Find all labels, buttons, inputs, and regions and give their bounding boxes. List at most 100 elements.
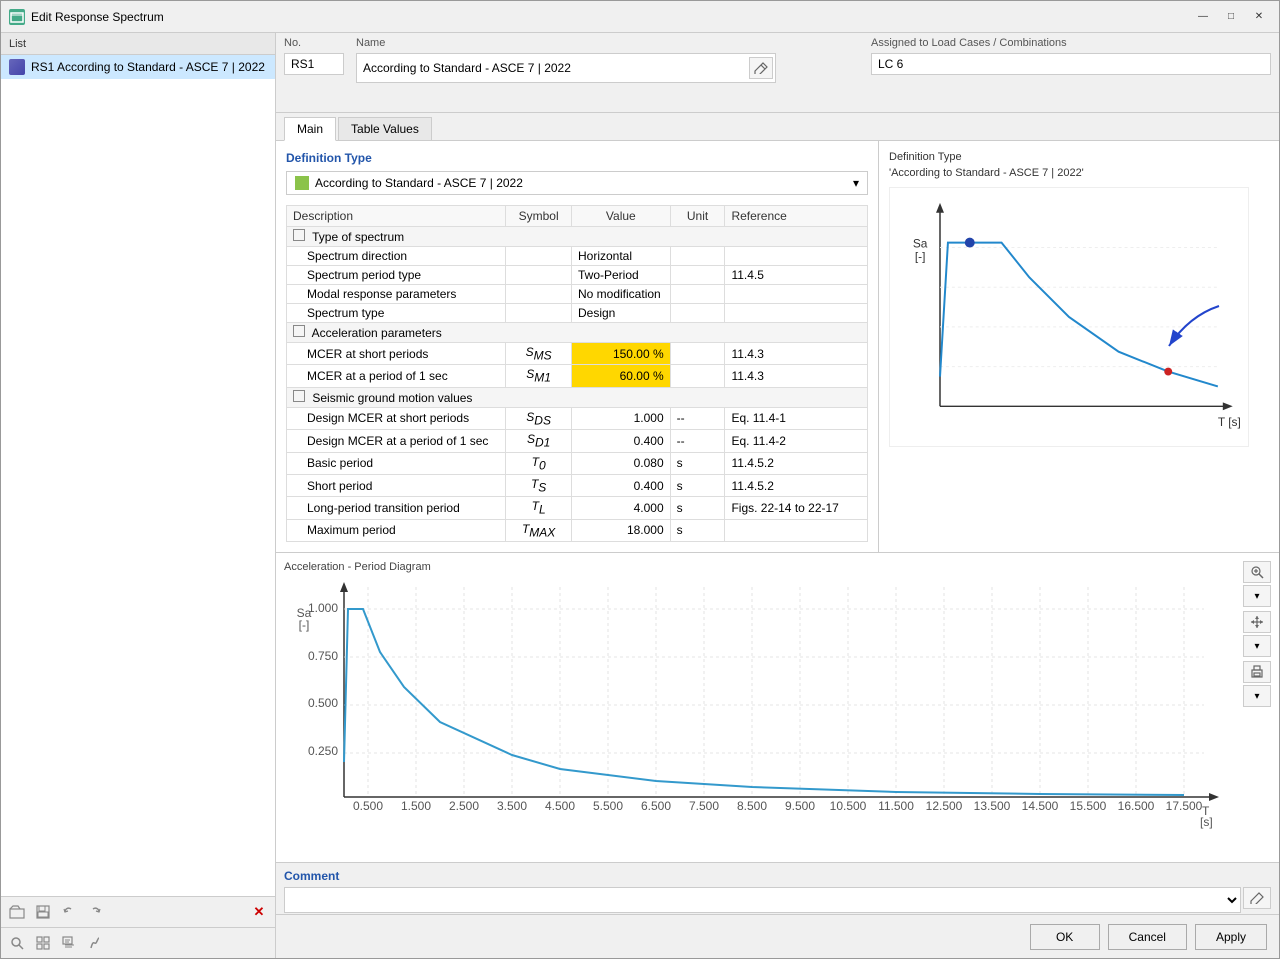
row-spectrum-type-val: Design — [572, 304, 671, 323]
row-mcer-short-unit — [670, 343, 725, 365]
row-design-mcer-1sec: Design MCER at a period of 1 sec — [287, 430, 506, 452]
list-header: List — [1, 33, 275, 55]
svg-text:14.500: 14.500 — [1022, 799, 1059, 813]
svg-text:15.500: 15.500 — [1070, 799, 1107, 813]
row-design-mcer-short-sym: SDS — [506, 407, 572, 429]
row-period-type-unit — [670, 266, 725, 285]
main-layout: List RS1 According to Standard - ASCE 7 … — [1, 33, 1279, 958]
group-label-seismic: Seismic ground motion values — [312, 391, 472, 405]
chart-def-type-line2: 'According to Standard - ASCE 7 | 2022' — [889, 167, 1269, 179]
def-type-color — [295, 176, 309, 190]
left-panel-toolbar2 — [1, 927, 275, 958]
row-basic-period: Basic period — [287, 452, 506, 474]
redo-button[interactable] — [83, 901, 107, 923]
svg-text:2.500: 2.500 — [449, 799, 479, 813]
save-button[interactable] — [31, 901, 55, 923]
col-description: Description — [287, 206, 506, 227]
zoom-dropdown-button[interactable]: ▾ — [1243, 585, 1271, 607]
row-short-period-sym: TS — [506, 474, 572, 496]
assigned-label: Assigned to Load Cases / Combinations — [871, 37, 1271, 49]
title-bar: Edit Response Spectrum — □ ✕ — [1, 1, 1279, 33]
delete-button[interactable]: ✕ — [247, 901, 271, 923]
tag-button[interactable] — [57, 932, 81, 954]
row-mcer-1sec-sym: SM1 — [506, 365, 572, 387]
svg-text:7.500: 7.500 — [689, 799, 719, 813]
comment-label: Comment — [284, 869, 1271, 883]
close-button[interactable]: ✕ — [1247, 7, 1271, 27]
tab-main[interactable]: Main — [284, 117, 336, 141]
table-row: MCER at short periods SMS 150.00 % 11.4.… — [287, 343, 868, 365]
group-checkbox-accel[interactable] — [293, 325, 305, 337]
grid-button[interactable] — [31, 932, 55, 954]
no-value: RS1 — [284, 53, 344, 75]
edit-name-button[interactable] — [749, 57, 773, 79]
col-value: Value — [572, 206, 671, 227]
folder-open-button[interactable] — [5, 901, 29, 923]
col-unit: Unit — [670, 206, 725, 227]
maximize-button[interactable]: □ — [1219, 7, 1243, 27]
zoom-button[interactable] — [1243, 561, 1271, 583]
row-mcer-short-val[interactable]: 150.00 % — [572, 343, 671, 365]
row-spectrum-direction: Spectrum direction — [287, 247, 506, 266]
svg-text:6.500: 6.500 — [641, 799, 671, 813]
undo-button[interactable] — [57, 901, 81, 923]
pan-dropdown-button[interactable]: ▾ — [1243, 635, 1271, 657]
diagram-tools: ▾ ▾ ▾ — [1243, 561, 1271, 707]
row-modal-resp: Modal response parameters — [287, 285, 506, 304]
row-modal-resp-val: No modification — [572, 285, 671, 304]
minimize-button[interactable]: — — [1191, 7, 1215, 27]
def-type-dropdown[interactable]: According to Standard - ASCE 7 | 2022 ▾ — [286, 171, 868, 195]
arrow-indicator — [1159, 296, 1239, 356]
name-label: Name — [356, 37, 776, 49]
comment-edit-button[interactable] — [1243, 887, 1271, 909]
table-row: Maximum period TMAX 18.000 s — [287, 519, 868, 541]
group-checkbox-seismic[interactable] — [293, 390, 305, 402]
row-basic-period-sym: T0 — [506, 452, 572, 474]
row-short-period-val: 0.400 — [572, 474, 671, 496]
cancel-button[interactable]: Cancel — [1108, 924, 1187, 950]
dropdown-arrow-icon: ▾ — [853, 176, 859, 190]
print-button[interactable] — [1243, 661, 1271, 683]
row-short-period: Short period — [287, 474, 506, 496]
row-long-period-val: 4.000 — [572, 497, 671, 519]
table-row: Short period TS 0.400 s 11.4.5.2 — [287, 474, 868, 496]
apply-button[interactable]: Apply — [1195, 924, 1267, 950]
row-spectrum-type-sym — [506, 304, 572, 323]
row-design-mcer-short: Design MCER at short periods — [287, 407, 506, 429]
function-button[interactable] — [83, 932, 107, 954]
row-max-period-sym: TMAX — [506, 519, 572, 541]
row-long-period-unit: s — [670, 497, 725, 519]
group-label-type: Type of spectrum — [312, 230, 404, 244]
upper-content: Definition Type According to Standard - … — [276, 141, 1279, 552]
row-design-mcer-short-val: 1.000 — [572, 407, 671, 429]
row-long-period: Long-period transition period — [287, 497, 506, 519]
svg-text:12.500: 12.500 — [926, 799, 963, 813]
info-bar: No. RS1 Name According to Standard - ASC… — [276, 33, 1279, 113]
def-type-title: Definition Type — [286, 151, 868, 165]
svg-text:T [s]: T [s] — [1218, 415, 1241, 429]
row-mcer-1sec: MCER at a period of 1 sec — [287, 365, 506, 387]
table-row: Design MCER at a period of 1 sec SD1 0.4… — [287, 430, 868, 452]
title-bar-controls: — □ ✕ — [1191, 7, 1271, 27]
svg-text:10.500: 10.500 — [830, 799, 867, 813]
list-item[interactable]: RS1 According to Standard - ASCE 7 | 202… — [1, 55, 275, 79]
comment-dropdown[interactable] — [284, 887, 1241, 913]
left-panel: List RS1 According to Standard - ASCE 7 … — [1, 33, 276, 958]
print-dropdown-button[interactable]: ▾ — [1243, 685, 1271, 707]
tab-table-values[interactable]: Table Values — [338, 117, 432, 140]
ok-button[interactable]: OK — [1030, 924, 1100, 950]
name-block: Name According to Standard - ASCE 7 | 20… — [356, 37, 776, 83]
title-bar-left: Edit Response Spectrum — [9, 9, 164, 25]
search-button[interactable] — [5, 932, 29, 954]
row-spectrum-type: Spectrum type — [287, 304, 506, 323]
row-period-type-sym — [506, 266, 572, 285]
svg-text:13.500: 13.500 — [974, 799, 1011, 813]
right-chart-area: Definition Type 'According to Standard -… — [879, 141, 1279, 552]
pan-button[interactable] — [1243, 611, 1271, 633]
chart-def-type-line1: Definition Type — [889, 151, 1269, 163]
list-area: RS1 According to Standard - ASCE 7 | 202… — [1, 55, 275, 896]
group-checkbox-type[interactable] — [293, 229, 305, 241]
svg-text:[-]: [-] — [915, 249, 926, 263]
row-mcer-1sec-val[interactable]: 60.00 % — [572, 365, 671, 387]
svg-text:0.250: 0.250 — [308, 744, 338, 758]
